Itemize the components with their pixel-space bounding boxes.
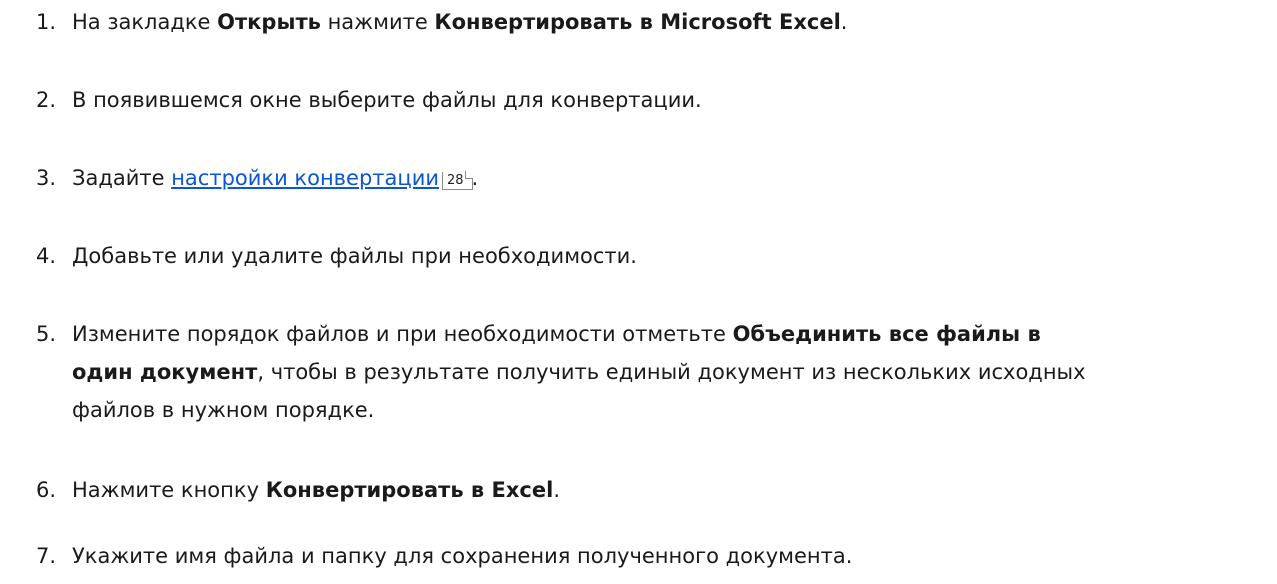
step-number: 7.: [36, 544, 57, 568]
step-4: 4. Добавьте или удалите файлы при необход…: [36, 237, 1251, 275]
option-merge-files: Объединить все файлы в: [732, 322, 1041, 346]
step-text: В появившемся окне выберите файлы для ко…: [72, 88, 702, 112]
step-number: 4.: [36, 244, 57, 268]
step-text: Измените порядок файлов и при необходимо…: [72, 322, 733, 346]
step-text: Нажмите кнопку: [72, 478, 266, 502]
step-number: 1.: [36, 10, 57, 34]
instructions-document: 1. На закладке Открыть нажмите Конвертиро…: [0, 0, 1277, 584]
step-7: 7. Укажите имя файла и папку для сохранен…: [36, 537, 1251, 575]
step-6: 6. Нажмите кнопку Конвертировать в Excel.: [36, 471, 1251, 509]
page-reference-icon[interactable]: 28: [442, 171, 473, 190]
step-1: 1. На закладке Открыть нажмите Конвертиро…: [36, 3, 1251, 41]
tab-name-open: Открыть: [217, 10, 321, 34]
step-text-continuation: один документ, чтобы в результате получи…: [36, 353, 1251, 391]
step-text: , чтобы в результате получить единый док…: [257, 360, 1086, 384]
step-number: 2.: [36, 88, 57, 112]
step-text-continuation: файлов в нужном порядке.: [72, 398, 375, 422]
step-2: 2. В появившемся окне выберите файлы для …: [36, 81, 1251, 119]
step-number: 5.: [36, 322, 57, 346]
step-number: 6.: [36, 478, 57, 502]
step-text: Укажите имя файла и папку для сохранения…: [72, 544, 853, 568]
punctuation: .: [840, 10, 848, 34]
step-number: 3.: [36, 166, 57, 190]
step-text: Добавьте или удалите файлы при необходим…: [72, 244, 637, 268]
conversion-settings-link[interactable]: настройки конвертации: [171, 166, 439, 190]
punctuation: .: [553, 478, 560, 502]
step-text: На закладке: [72, 10, 218, 34]
step-text: нажмите: [320, 10, 435, 34]
step-text: Задайте: [72, 166, 172, 190]
button-name-convert-to-excel: Конвертировать в Excel: [265, 478, 554, 502]
punctuation: .: [471, 166, 479, 190]
option-merge-files-cont: один документ: [72, 360, 258, 384]
step-5: 5. Измените порядок файлов и при необходи…: [36, 315, 1251, 429]
step-3: 3. Задайте настройки конвертации 28.: [36, 159, 1251, 197]
command-convert-to-excel: Конвертировать в Microsoft Excel: [434, 10, 841, 34]
